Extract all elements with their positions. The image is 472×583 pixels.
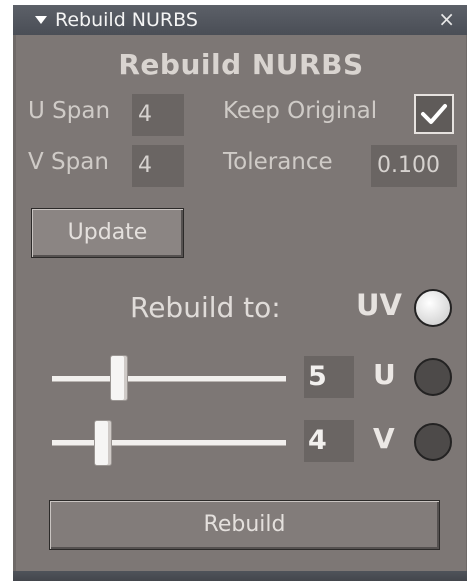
v-value-field[interactable]: 4: [304, 420, 354, 462]
u-slider-track[interactable]: [52, 376, 286, 382]
panel-heading: Rebuild NURBS: [118, 48, 364, 81]
checkmark-icon: [421, 104, 447, 124]
collapse-arrow-icon[interactable]: [35, 16, 47, 24]
title-bar[interactable]: Rebuild NURBS ×: [13, 5, 467, 35]
v-span-label: V Span: [28, 149, 109, 175]
v-slider-handle[interactable]: [94, 420, 112, 466]
rebuild-panel: Rebuild NURBS U Span 4 Keep Original V S…: [16, 35, 466, 571]
v-span-field[interactable]: 4: [132, 145, 184, 187]
uv-option-label: UV: [356, 288, 402, 322]
uv-radio-button[interactable]: [414, 289, 452, 327]
u-span-label: U Span: [28, 98, 111, 124]
u-span-field[interactable]: 4: [132, 94, 184, 136]
keep-original-label: Keep Original: [223, 98, 378, 124]
keep-original-checkbox[interactable]: [414, 94, 454, 134]
u-slider-handle[interactable]: [110, 355, 128, 401]
u-value-field[interactable]: 5: [304, 356, 354, 398]
v-radio-button[interactable]: [414, 423, 452, 461]
bottom-bar: [13, 571, 467, 581]
tolerance-field[interactable]: 0.100: [371, 145, 457, 187]
update-button[interactable]: Update: [31, 208, 184, 258]
v-option-label: V: [373, 422, 395, 455]
rebuild-button[interactable]: Rebuild: [49, 500, 440, 550]
tolerance-label: Tolerance: [223, 149, 333, 175]
rebuild-to-label: Rebuild to:: [130, 291, 281, 324]
close-icon[interactable]: ×: [438, 7, 455, 31]
u-option-label: U: [373, 358, 396, 391]
v-slider-track[interactable]: [52, 440, 286, 446]
rebuild-nurbs-window: Rebuild NURBS × Rebuild NURBS U Span 4 K…: [13, 5, 467, 581]
window-title: Rebuild NURBS: [55, 9, 198, 31]
u-radio-button[interactable]: [414, 358, 452, 396]
